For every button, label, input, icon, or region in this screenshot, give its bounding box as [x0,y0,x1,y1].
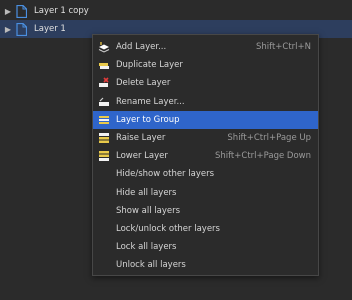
menu-item-layer-to-group[interactable]: Layer to Group [93,110,318,129]
menu-item-delete-layer[interactable]: Delete Layer [93,74,318,92]
menu-item-show-all-layers[interactable]: Show all layers [93,202,318,220]
layer-row-layer-1-copy[interactable]: ▶ Layer 1 copy [0,2,352,20]
layer-name: Layer 1 [34,24,66,34]
rename-layer-icon [97,95,111,109]
menu-item-hide-all-layers[interactable]: Hide all layers [93,184,318,202]
add-layer-icon [97,40,111,54]
layer-to-group-icon [97,113,111,127]
menu-item-lock-unlock-other-layers[interactable]: Lock/unlock other layers [93,220,318,238]
layer-name: Layer 1 copy [34,6,89,16]
menu-item-unlock-all-layers[interactable]: Unlock all layers [93,256,318,274]
duplicate-layer-icon [97,58,111,72]
menu-item-lower-layer[interactable]: Lower Layer Shift+Ctrl+Page Down [93,147,318,165]
file-icon [16,4,30,18]
delete-layer-icon [97,76,111,90]
expand-arrow-icon[interactable]: ▶ [2,7,14,16]
layer-list: ▶ Layer 1 copy ▶ Layer 1 [0,0,352,38]
expand-arrow-icon[interactable]: ▶ [2,25,14,34]
menu-item-hide-show-other-layers[interactable]: Hide/show other layers [93,165,318,183]
lower-layer-icon [97,149,111,163]
menu-item-raise-layer[interactable]: Raise Layer Shift+Ctrl+Page Up [93,129,318,147]
menu-item-duplicate-layer[interactable]: Duplicate Layer [93,56,318,74]
menu-item-add-layer[interactable]: Add Layer... Shift+Ctrl+N [93,38,318,56]
menu-item-rename-layer[interactable]: Rename Layer... [93,93,318,111]
file-icon [16,22,30,36]
raise-layer-icon [97,131,111,145]
layer-context-menu: Add Layer... Shift+Ctrl+N Duplicate Laye… [92,34,319,276]
menu-item-lock-all-layers[interactable]: Lock all layers [93,238,318,256]
